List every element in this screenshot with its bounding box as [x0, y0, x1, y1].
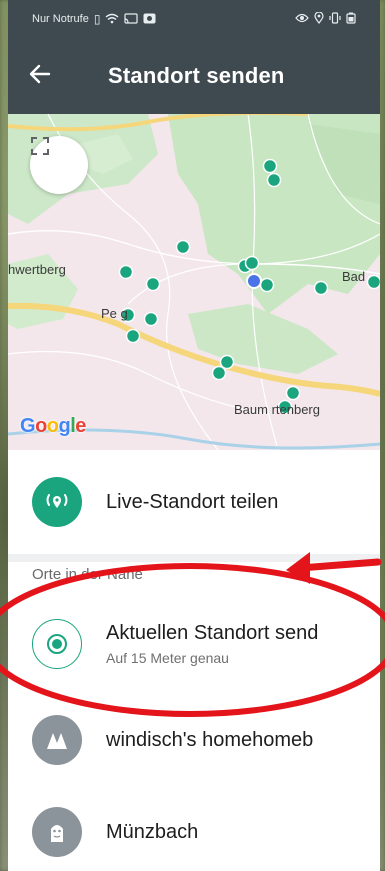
live-location-label: Live-Standort teilen: [106, 490, 279, 513]
page-title: Standort senden: [108, 63, 285, 88]
current-location-title: Aktuellen Standort send: [106, 622, 319, 644]
fullscreen-button[interactable]: [30, 136, 88, 194]
vibrate-icon: [329, 12, 341, 26]
radio-target-icon: [32, 619, 82, 669]
google-logo: Google: [20, 415, 86, 437]
battery-icon: [346, 12, 356, 26]
live-location-icon: [32, 477, 82, 527]
arrow-left-icon: [29, 63, 51, 90]
place-name: windisch's homehomeb: [106, 728, 314, 751]
current-location-accuracy: Auf 15 Meter genau: [106, 650, 229, 666]
eye-icon: [295, 13, 309, 25]
current-location-dot: [246, 273, 262, 289]
divider: [8, 554, 380, 562]
live-location-button[interactable]: Live-Standort teilen: [8, 450, 380, 554]
map-view[interactable]: hwertberg Pe g Bad Baum rtenberg Google: [8, 114, 380, 450]
location-icon: [314, 11, 324, 26]
map-place-label: Pe g: [101, 306, 128, 321]
map-place-label: Bad: [342, 269, 366, 284]
current-location-button[interactable]: Aktuellen Standort send Auf 15 Meter gen…: [8, 594, 380, 694]
monument-icon: [32, 807, 82, 857]
status-bar: Nur Notrufe ▯: [8, 0, 380, 38]
section-label: Orte in der Nähe: [32, 566, 143, 583]
list-item[interactable]: windisch's homehomeb: [8, 694, 380, 786]
app-bar: Standort senden: [8, 38, 380, 114]
map-place-label: hwertberg: [8, 262, 66, 277]
phone-screen: Nur Notrufe ▯ Standort senden hwertberg …: [8, 0, 380, 871]
map-place-label: Baum rtenberg: [234, 402, 320, 417]
back-button[interactable]: [8, 38, 72, 114]
cast-icon: [124, 12, 139, 26]
wifi-icon: [105, 13, 119, 26]
sim-icon: ▯: [93, 12, 101, 26]
place-name: Münzbach: [106, 820, 199, 843]
place-icon: [32, 715, 82, 765]
app-icon: [143, 13, 156, 26]
carrier-label: Nur Notrufe: [32, 13, 89, 25]
list-item[interactable]: Münzbach: [8, 786, 380, 871]
